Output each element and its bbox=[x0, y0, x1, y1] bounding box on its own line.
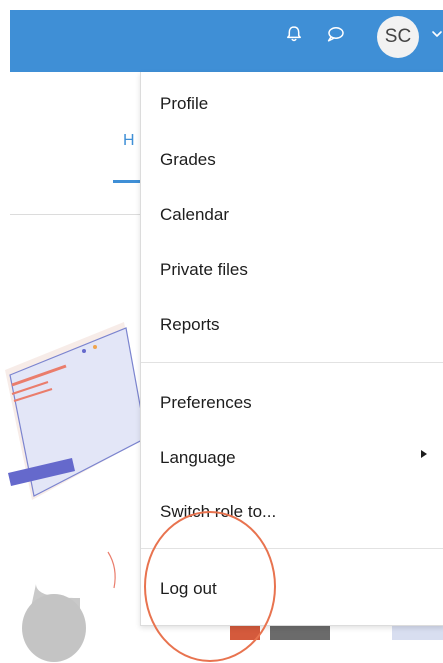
menu-divider bbox=[141, 362, 443, 363]
menu-item-calendar[interactable]: Calendar bbox=[160, 205, 229, 225]
menu-item-grades[interactable]: Grades bbox=[160, 150, 216, 170]
chevron-down-icon[interactable] bbox=[431, 27, 443, 41]
submenu-arrow-icon bbox=[421, 450, 427, 458]
menu-item-preferences[interactable]: Preferences bbox=[160, 393, 252, 413]
log-out-highlight-circle bbox=[144, 511, 276, 662]
menu-item-profile[interactable]: Profile bbox=[160, 94, 208, 114]
active-tab-underline bbox=[113, 180, 141, 183]
menu-item-language[interactable]: Language bbox=[160, 448, 236, 468]
chat-bubble-icon[interactable] bbox=[325, 24, 345, 44]
user-avatar[interactable]: SC bbox=[377, 16, 419, 58]
menu-item-private-files[interactable]: Private files bbox=[160, 260, 248, 280]
bell-icon[interactable] bbox=[284, 24, 304, 44]
menu-item-reports[interactable]: Reports bbox=[160, 315, 220, 335]
tab-home-partial[interactable]: H bbox=[123, 132, 135, 150]
